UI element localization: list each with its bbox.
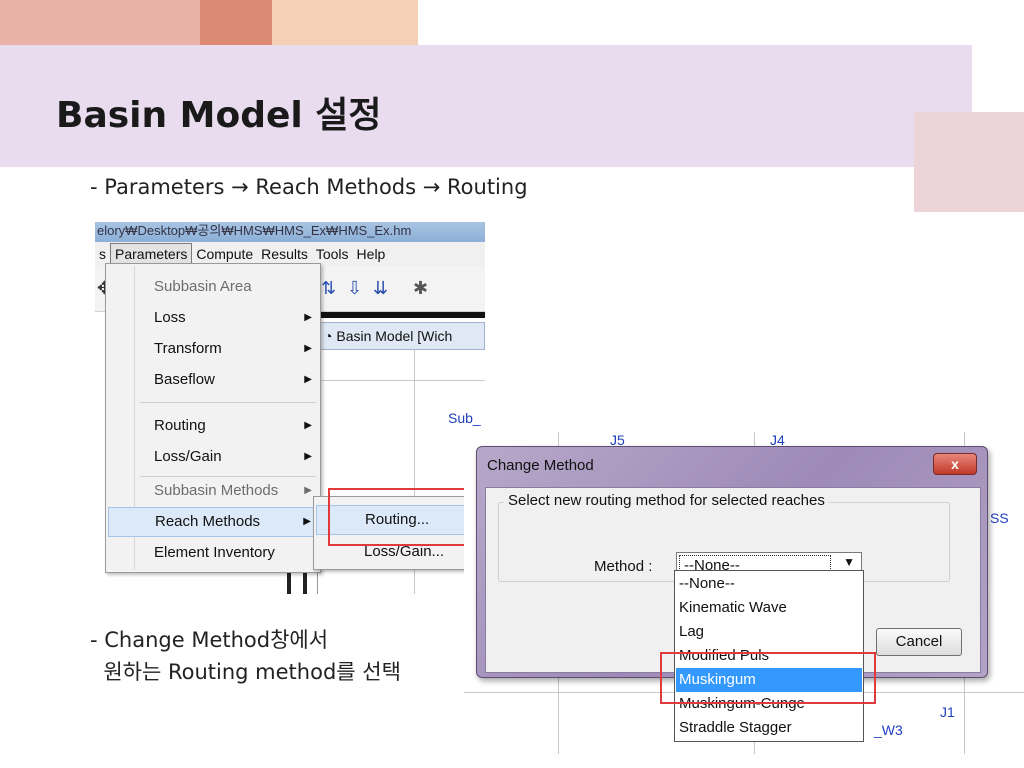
menu-item-routing[interactable]: Routing ▶ — [108, 411, 318, 441]
close-button[interactable]: x — [933, 453, 977, 475]
slide-title: Basin Model 설정 — [56, 95, 382, 136]
parameters-menu: Subbasin Area Loss ▶ Transform ▶ Baseflow ▶… — [105, 263, 321, 573]
basin-model-tab-label: Basin Model [Wich — [336, 328, 453, 344]
step-1-text: - Parameters → Reach Methods → Routing — [90, 175, 528, 199]
menu-separator — [140, 402, 316, 403]
menu-item-label: Subbasin Area — [154, 278, 252, 295]
toolbar-compute-icon[interactable]: ✱ — [413, 278, 428, 299]
map-grid-line — [318, 380, 485, 381]
menu-item-baseflow[interactable]: Baseflow ▶ — [108, 365, 318, 395]
menu-item-label: Element Inventory — [154, 544, 275, 561]
menu-item-label: Loss/Gain — [154, 448, 222, 465]
menu-item-label: Transform — [154, 340, 222, 357]
step-2-text: - Change Method창에서 원하는 Routing method를 선… — [90, 628, 401, 684]
menu-item-label: Routing — [154, 417, 206, 434]
menu-results[interactable]: Results — [257, 244, 312, 264]
menu-item-label: Loss — [154, 309, 186, 326]
cancel-button[interactable]: Cancel — [876, 628, 962, 656]
basin-model-tab[interactable]: ◔ Basin Model [Wich — [317, 322, 485, 350]
muskingum-highlight-box — [660, 652, 876, 704]
toolbar-junction-icon[interactable]: ⇅ — [321, 278, 336, 299]
menu-item-subbasin-methods: Subbasin Methods ▶ — [108, 476, 318, 506]
menu-item-element-inventory[interactable]: Element Inventory — [108, 538, 318, 568]
menu-item-subbasin-area: Subbasin Area — [108, 272, 318, 302]
menu-item-label: Baseflow — [154, 371, 215, 388]
menu-parameters[interactable]: Parameters — [110, 243, 193, 265]
option-none[interactable]: --None-- — [676, 572, 862, 596]
menu-item-reach-methods[interactable]: Reach Methods ▶ — [108, 507, 318, 537]
submenu-arrow-icon: ▶ — [304, 374, 312, 385]
map-label-w3: _W3 — [874, 722, 903, 738]
workspace-divider — [317, 312, 485, 318]
junction-label-j1: J1 — [940, 704, 955, 720]
method-label: Method : — [594, 558, 653, 575]
title-band-accent — [914, 112, 1024, 212]
option-kinematic-wave[interactable]: Kinematic Wave — [676, 596, 862, 620]
window-title-path: elory₩Desktop₩공의₩HMS₩HMS_Ex₩HMS_Ex.hm — [95, 222, 485, 242]
submenu-arrow-icon: ▶ — [304, 485, 312, 496]
menu-compute[interactable]: Compute — [192, 244, 257, 264]
menu-item-loss-gain[interactable]: Loss/Gain ▶ — [108, 442, 318, 472]
submenu-arrow-icon: ▶ — [303, 516, 311, 527]
submenu-arrow-icon: ▶ — [304, 451, 312, 462]
change-method-screenshot: J5 J4 SS J1 _W3 Change Method x Select n… — [464, 432, 1024, 754]
menu-help[interactable]: Help — [353, 244, 390, 264]
option-straddle-stagger[interactable]: Straddle Stagger — [676, 716, 862, 740]
option-lag[interactable]: Lag — [676, 620, 862, 644]
group-label: Select new routing method for selected r… — [504, 492, 829, 509]
submenu-arrow-icon: ▶ — [304, 343, 312, 354]
map-label-ss: SS — [990, 510, 1009, 526]
menu-tools[interactable]: Tools — [312, 244, 353, 264]
toolbar-source-icon[interactable]: ⇊ — [373, 278, 388, 299]
chevron-down-icon[interactable]: ▼ — [843, 555, 855, 569]
menu-item-label: Reach Methods — [155, 513, 261, 530]
menu-item-label: Subbasin Methods — [154, 482, 279, 499]
menu-prev-truncated[interactable]: s — [95, 244, 110, 264]
menu-item-transform[interactable]: Transform ▶ — [108, 334, 318, 364]
dialog-title: Change Method — [487, 457, 594, 474]
routing-highlight-box — [328, 488, 476, 546]
submenu-arrow-icon: ▶ — [304, 312, 312, 323]
submenu-arrow-icon: ▶ — [304, 420, 312, 431]
subbasin-label: Sub_ — [448, 410, 481, 426]
toolbar-sink-icon[interactable]: ⇩ — [347, 278, 362, 299]
menu-item-loss[interactable]: Loss ▶ — [108, 303, 318, 333]
